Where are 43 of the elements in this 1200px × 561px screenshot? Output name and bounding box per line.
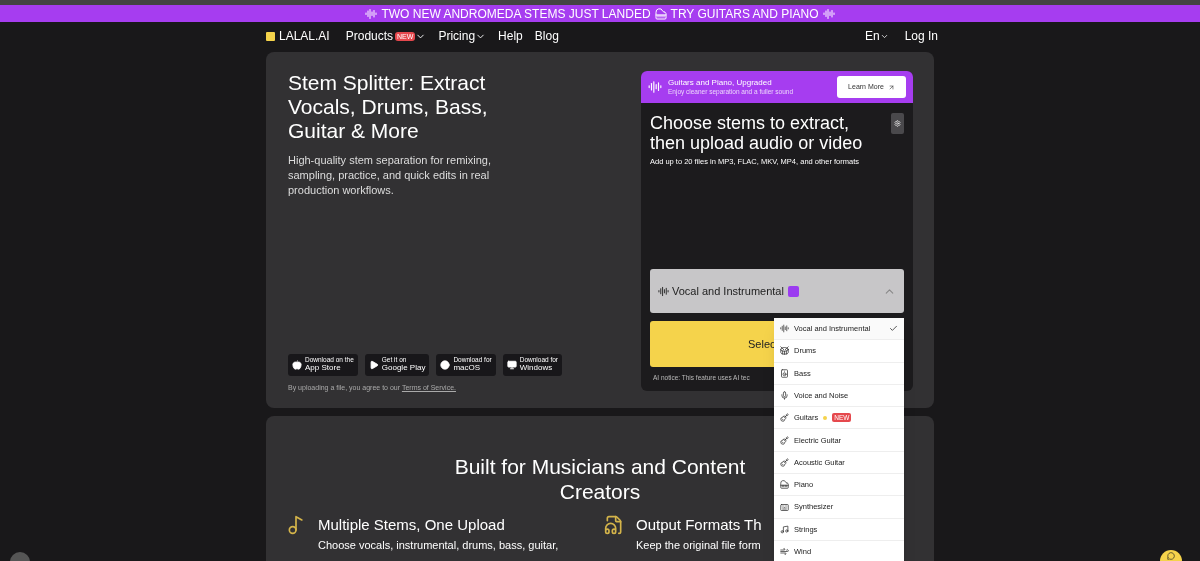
arrow-icon — [887, 83, 895, 91]
feature-icon — [604, 515, 624, 535]
nav-item[interactable]: Help — [498, 27, 523, 45]
announcement-text: TWO NEW ANDROMEDA STEMS JUST LANDED — [381, 5, 651, 23]
widget-heading: Choose stems to extract, then upload audio or video — [650, 113, 864, 153]
announcement-link[interactable]: TRY GUITARS AND PIANO — [670, 4, 819, 23]
play-logo-icon — [368, 359, 379, 370]
hero-description: High-quality stem separation for remixing, sampling, practice, and quick edits in real production workflows. — [288, 153, 492, 198]
promo-title: Guitars and Piano, Upgraded — [668, 77, 773, 88]
instrument-icon — [780, 368, 789, 378]
mac-logo-icon — [440, 359, 451, 370]
logo-icon — [648, 80, 662, 94]
instrument-icon — [780, 502, 789, 512]
hero-title: Stem Splitter: Extract Vocals, Drums, Bass, Guitar & More — [288, 71, 489, 143]
instrument-icon — [780, 547, 789, 557]
stem-select[interactable]: Vocal and Instrumental — [650, 269, 904, 314]
instrument-icon — [780, 524, 789, 534]
feature-text: Choose vocals, instrumental, drums, bass, guitar, — [318, 538, 559, 552]
instrument-icon — [780, 435, 789, 445]
instrument-icon — [780, 324, 789, 334]
chat-icon — [1167, 552, 1175, 560]
logo[interactable]: LALAL.AI — [279, 27, 330, 45]
feature-text: Keep the original file form — [636, 538, 762, 552]
instrument-icon — [780, 391, 789, 401]
nav-item[interactable]: Blog — [534, 27, 559, 45]
settings-icon — [894, 120, 901, 127]
instrument-icon — [780, 457, 789, 467]
features-heading: Built for Musicians and Content Creators — [453, 454, 747, 504]
instrument-icon — [780, 480, 789, 490]
settings-button[interactable] — [891, 113, 904, 134]
instrument-icon — [780, 346, 789, 356]
announcement-bar[interactable]: TWO NEW ANDROMEDA STEMS JUST LANDED TRY GUITARS AND PIANO — [0, 5, 1200, 22]
nav-item[interactable]: Pricing — [438, 27, 487, 45]
waveform-icon — [658, 285, 669, 297]
check-icon — [889, 324, 898, 334]
feature-title: Output Formats Th — [636, 515, 762, 535]
login-link[interactable]: Log In — [904, 27, 938, 45]
piano-icon — [654, 7, 667, 20]
apple-logo-icon — [292, 359, 302, 370]
logo-icon — [266, 31, 275, 41]
language-selector[interactable]: En — [864, 27, 889, 45]
instrument-icon — [780, 413, 789, 423]
feature-title: Multiple Stems, One Upload — [318, 515, 506, 535]
